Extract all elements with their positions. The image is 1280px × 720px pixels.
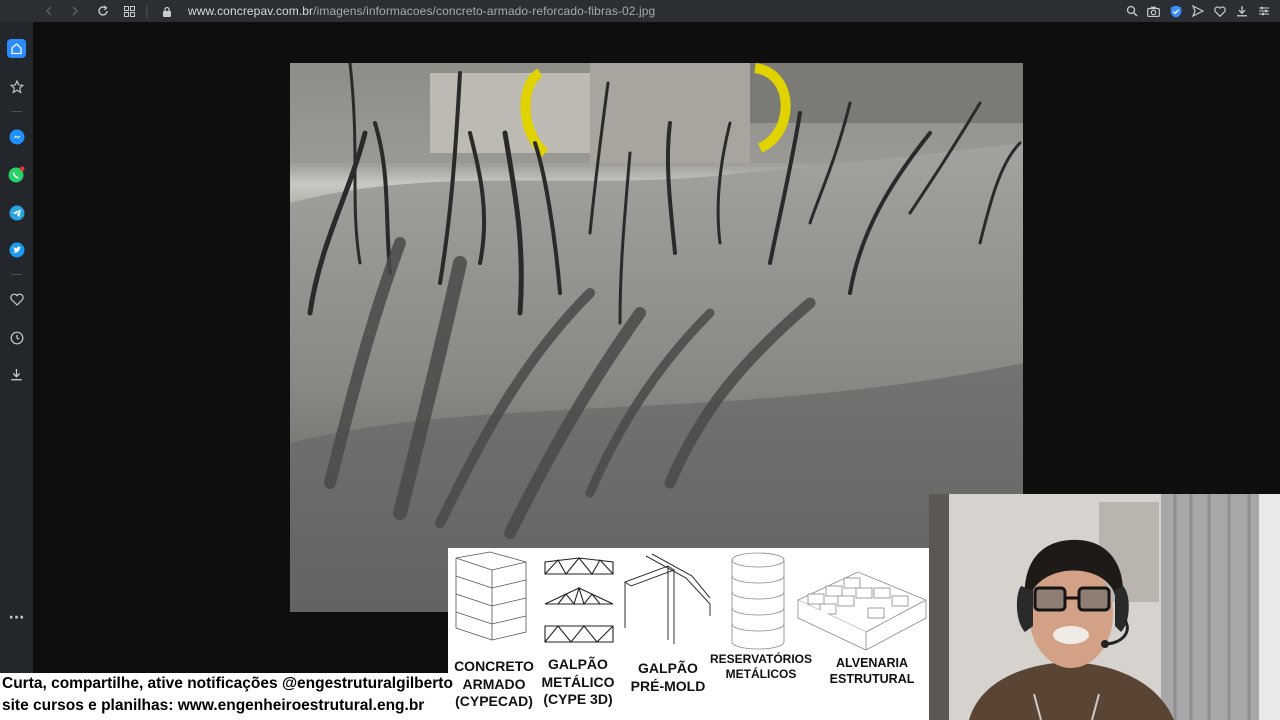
webcam-presenter [929,494,1280,720]
sidebar-divider [11,111,22,112]
topic-masonry: ALVENARIA ESTRUTURAL [829,656,915,686]
twitter-icon[interactable] [7,240,26,259]
back-icon[interactable] [42,0,56,22]
forward-icon[interactable] [68,0,82,22]
concrete-fibers-photo [290,63,1023,612]
heart-icon[interactable] [7,290,26,309]
whatsapp-icon[interactable] [7,165,26,184]
download-icon[interactable] [1235,5,1248,18]
address-bar[interactable]: www.concrepav.com.br/imagens/informacoes… [188,0,655,22]
reload-icon[interactable] [96,0,110,22]
masonry-block-icon [797,571,927,651]
topic-precast-shed: GALPÃO PRÉ-MOLD [630,660,706,694]
url-path: /imagens/informacoes/concreto-armado-ref… [313,4,656,18]
zoom-icon[interactable] [1125,5,1138,18]
steel-reservoir-icon [731,552,785,650]
steel-truss-icon [544,557,614,643]
toolbar-divider: | [144,4,150,18]
promo-caption: Curta, compartilhe, ative notificações @… [0,673,453,720]
browser-toolbar: | www.concrepav.com.br/imagens/informaco… [0,0,1280,23]
caption-line-2: site cursos e planilhas: www.engenheiroe… [2,697,425,714]
more-icon[interactable]: ··· [7,608,26,627]
messenger-icon[interactable] [7,127,26,146]
course-topics-panel: CONCRETO ARMADO (CYPECAD) GALPÃO METÁLICO (C… [448,548,929,720]
history-icon[interactable] [7,328,26,347]
url-host: www.concrepav.com.br [188,4,314,18]
camera-icon[interactable] [1147,5,1160,18]
telegram-icon[interactable] [7,203,26,222]
sidebar-divider [11,274,22,275]
browser-sidebar: ··· [0,22,33,720]
heart-icon[interactable] [1213,5,1226,18]
star-icon[interactable] [7,77,26,96]
topic-steel-shed: GALPÃO METÁLICO (CYPE 3D) [541,656,615,707]
download-icon[interactable] [7,365,26,384]
settings-icon[interactable] [1257,5,1270,18]
send-icon[interactable] [1191,5,1204,18]
topic-concrete: CONCRETO ARMADO (CYPECAD) [454,658,534,709]
shield-icon[interactable] [1169,5,1182,18]
topic-reservoirs: RESERVATÓRIOS METÁLICOS [709,652,813,681]
lock-icon[interactable] [160,0,174,22]
caption-line-1: Curta, compartilhe, ative notificações @… [2,675,453,692]
home-icon[interactable] [7,39,26,58]
precast-frame-icon [623,553,711,644]
concrete-building-icon [455,551,527,641]
tiles-icon[interactable] [122,0,136,22]
